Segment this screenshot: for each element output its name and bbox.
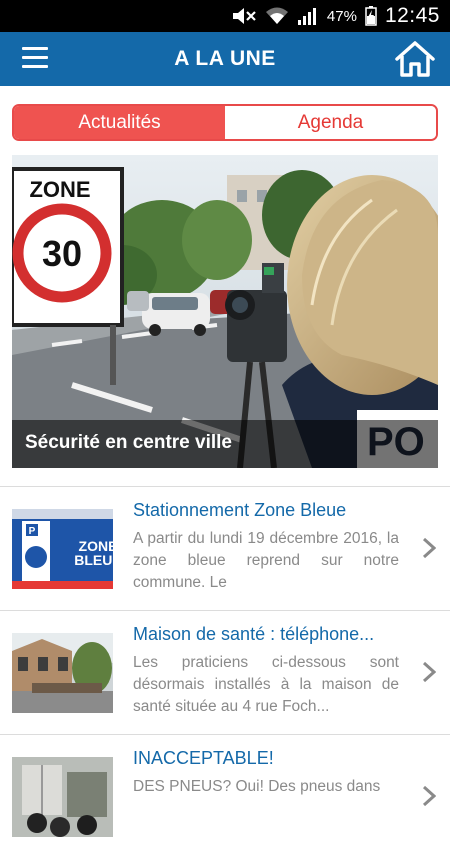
news-thumbnail	[12, 757, 113, 837]
sign-zone-text: ZONE	[29, 177, 90, 202]
featured-caption-bar: Sécurité en centre ville	[12, 420, 438, 468]
list-item[interactable]: Maison de santé : téléphone... Les prati…	[0, 610, 450, 734]
svg-text:BLEUE: BLEUE	[74, 552, 113, 568]
news-excerpt: DES PNEUS? Oui! Des pneus dans	[133, 778, 381, 795]
chevron-right-icon	[422, 537, 436, 559]
status-bar: 47% 12:45	[0, 0, 450, 32]
wifi-icon	[265, 7, 288, 24]
chevron-right-icon	[422, 785, 436, 807]
news-title: Maison de santé : téléphone...	[133, 624, 375, 644]
home-button[interactable]	[394, 40, 436, 78]
featured-caption: Sécurité en centre ville	[25, 432, 232, 453]
news-excerpt: A partir du lundi 19 décembre 2016, la z…	[133, 530, 399, 591]
chevron-right-icon	[422, 661, 436, 683]
app-bar: A LA UNE	[0, 32, 450, 86]
tab-agenda[interactable]: Agenda	[225, 106, 436, 139]
tab-switcher: Actualités Agenda	[12, 104, 438, 141]
home-icon	[395, 41, 435, 77]
news-thumbnail	[12, 633, 113, 713]
list-item[interactable]: INACCEPTABLE! DES PNEUS? Oui! Des pneus …	[0, 734, 450, 858]
news-title: Stationnement Zone Bleue	[133, 500, 347, 520]
news-list: P ZONE BLEUE Stationnement Zone Bleue A …	[0, 486, 450, 858]
page-title: A LA UNE	[174, 47, 276, 70]
sign-speed-text: 30	[42, 233, 82, 274]
clock: 12:45	[384, 4, 440, 27]
svg-text:P: P	[29, 526, 36, 537]
tab-actualites[interactable]: Actualités	[14, 106, 225, 139]
battery-percent: 47%	[326, 7, 357, 25]
featured-article[interactable]: ZONE 30 PO Sécurité en centre ville	[12, 155, 438, 468]
battery-icon	[365, 6, 377, 26]
mute-icon	[232, 8, 256, 24]
news-thumbnail: P ZONE BLEUE	[12, 509, 113, 589]
list-item[interactable]: P ZONE BLEUE Stationnement Zone Bleue A …	[0, 486, 450, 610]
signal-icon	[297, 8, 316, 25]
news-excerpt: Les praticiens ci-dessous sont désormais…	[133, 654, 399, 715]
news-title: INACCEPTABLE!	[133, 748, 274, 768]
